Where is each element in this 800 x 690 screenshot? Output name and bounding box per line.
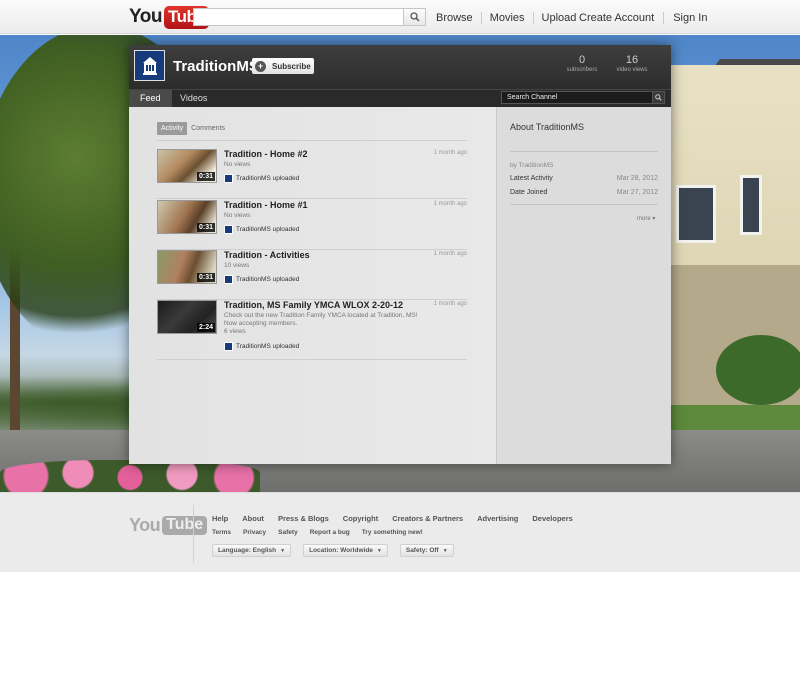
channel-mini-avatar[interactable] (224, 275, 233, 284)
video-title[interactable]: Tradition, MS Family YMCA WLOX 2-20-12 (224, 300, 403, 310)
video-time: 1 month ago (433, 201, 467, 207)
feed-subtabs: Activity Comments (157, 122, 229, 135)
feed-item: 0:31 Tradition - Activities 1 month ago … (157, 250, 467, 300)
caret-down-icon: ▼ (376, 548, 382, 554)
masthead-nav: Browse Movies Upload (436, 12, 584, 24)
search-icon (409, 12, 420, 22)
footer-youtube-logo[interactable]: You Tube (129, 515, 208, 536)
safety-select[interactable]: Safety: Off ▼ (399, 544, 454, 557)
uploader-line: TraditionMS uploaded (224, 275, 299, 284)
uploader-line: TraditionMS uploaded (224, 225, 299, 234)
tab-videos[interactable]: Videos (169, 90, 218, 108)
caret-down-icon: ▼ (442, 548, 448, 554)
uploader-line: TraditionMS uploaded (224, 342, 299, 351)
nav-browse[interactable]: Browse (436, 12, 482, 24)
feed-item: 0:31 Tradition - Home #2 1 month ago No … (157, 149, 467, 199)
subscribe-button[interactable]: + Subscribe (252, 58, 314, 74)
video-views: No views (224, 161, 251, 168)
uploader-line: TraditionMS uploaded (224, 174, 299, 183)
building-icon (142, 56, 157, 75)
video-thumbnail[interactable]: 0:31 (157, 149, 217, 183)
subtab-activity[interactable]: Activity (157, 122, 188, 135)
video-title[interactable]: Tradition - Home #1 (224, 200, 308, 210)
video-views: 10 views (224, 262, 250, 269)
footer: You Tube Help About Press & Blogs Copyri… (0, 492, 800, 572)
footer-try-new[interactable]: Try something new! (362, 529, 423, 536)
video-views-stat: 16 video views (616, 54, 648, 73)
about-by[interactable]: by TraditionMS (510, 162, 553, 169)
footer-press[interactable]: Press & Blogs (278, 514, 329, 523)
about-sidebar: About TraditionMS by TraditionMS Latest … (496, 107, 671, 464)
footer-about[interactable]: About (242, 514, 264, 523)
footer-report-bug[interactable]: Report a bug (310, 529, 350, 536)
plus-icon: + (255, 60, 266, 72)
footer-links-secondary: Terms Privacy Safety Report a bug Try so… (212, 529, 435, 536)
caret-down-icon: ▾ (650, 216, 656, 222)
video-description-2: Now accepting members. (224, 320, 298, 327)
nav-movies[interactable]: Movies (482, 12, 534, 24)
location-select[interactable]: Location: Worldwide ▼ (303, 544, 388, 557)
channel-avatar[interactable] (134, 50, 165, 81)
masthead: You Tube Browse Movies Upload Create Acc… (0, 0, 800, 34)
video-title[interactable]: Tradition - Activities (224, 250, 310, 260)
video-duration: 0:31 (196, 172, 215, 181)
activity-feed: Activity Comments 0:31 Tradition - Home … (129, 107, 496, 464)
latest-activity-row: Latest Activity Mar 28, 2012 (510, 175, 658, 182)
video-title[interactable]: Tradition - Home #2 (224, 149, 308, 159)
video-thumbnail[interactable]: 0:31 (157, 250, 217, 284)
channel-mini-avatar[interactable] (224, 174, 233, 183)
nav-upload[interactable]: Upload (534, 12, 585, 24)
footer-links-primary: Help About Press & Blogs Copyright Creat… (212, 514, 587, 523)
footer-privacy[interactable]: Privacy (243, 529, 266, 536)
footer-creators[interactable]: Creators & Partners (392, 514, 463, 523)
date-joined-row: Date Joined Mar 27, 2012 (510, 189, 658, 196)
more-link[interactable]: more ▾ (637, 215, 655, 222)
video-time: 1 month ago (433, 251, 467, 257)
video-views: No views (224, 212, 251, 219)
video-views: 6 views (224, 328, 246, 335)
footer-advertising[interactable]: Advertising (477, 514, 518, 523)
video-description: Check out the new Tradition Family YMCA … (224, 312, 418, 319)
channel-mini-avatar[interactable] (224, 342, 233, 351)
video-time: 1 month ago (433, 301, 467, 307)
footer-developers[interactable]: Developers (532, 514, 572, 523)
channel-mini-avatar[interactable] (224, 225, 233, 234)
sign-in-link[interactable]: Sign In (664, 12, 716, 24)
video-duration: 2:24 (196, 323, 215, 332)
footer-help[interactable]: Help (212, 514, 228, 523)
feed-item: 0:31 Tradition - Home #1 1 month ago No … (157, 200, 467, 250)
channel-header: TraditionMS + Subscribe 0 subscribers 16… (129, 45, 671, 89)
video-duration: 0:31 (196, 223, 215, 232)
channel-search-input[interactable]: Search Channel (501, 91, 653, 104)
create-account-link[interactable]: Create Account (579, 12, 665, 24)
channel-title: TraditionMS (173, 58, 259, 75)
search-icon (655, 94, 662, 101)
feed-item: 2:24 Tradition, MS Family YMCA WLOX 2-20… (157, 300, 467, 360)
video-time: 1 month ago (433, 150, 467, 156)
language-select[interactable]: Language: English ▼ (212, 544, 292, 557)
tab-feed[interactable]: Feed (129, 90, 172, 108)
about-title: About TraditionMS (510, 122, 585, 132)
video-thumbnail[interactable]: 0:31 (157, 200, 217, 234)
subtab-comments[interactable]: Comments (187, 122, 229, 135)
account-links: Create Account Sign In (579, 12, 716, 24)
footer-copyright[interactable]: Copyright (343, 514, 378, 523)
footer-terms[interactable]: Terms (212, 529, 231, 536)
search-input[interactable] (193, 8, 404, 26)
video-duration: 0:31 (196, 273, 215, 282)
channel-panel: TraditionMS + Subscribe 0 subscribers 16… (129, 45, 671, 464)
footer-settings: Language: English ▼ Location: Worldwide ▼ … (212, 544, 466, 557)
channel-search-button[interactable] (652, 91, 665, 104)
video-thumbnail[interactable]: 2:24 (157, 300, 217, 334)
search-button[interactable] (403, 8, 426, 26)
footer-safety[interactable]: Safety (278, 529, 298, 536)
caret-down-icon: ▼ (280, 548, 286, 554)
subscribers-stat: 0 subscribers (566, 54, 598, 73)
